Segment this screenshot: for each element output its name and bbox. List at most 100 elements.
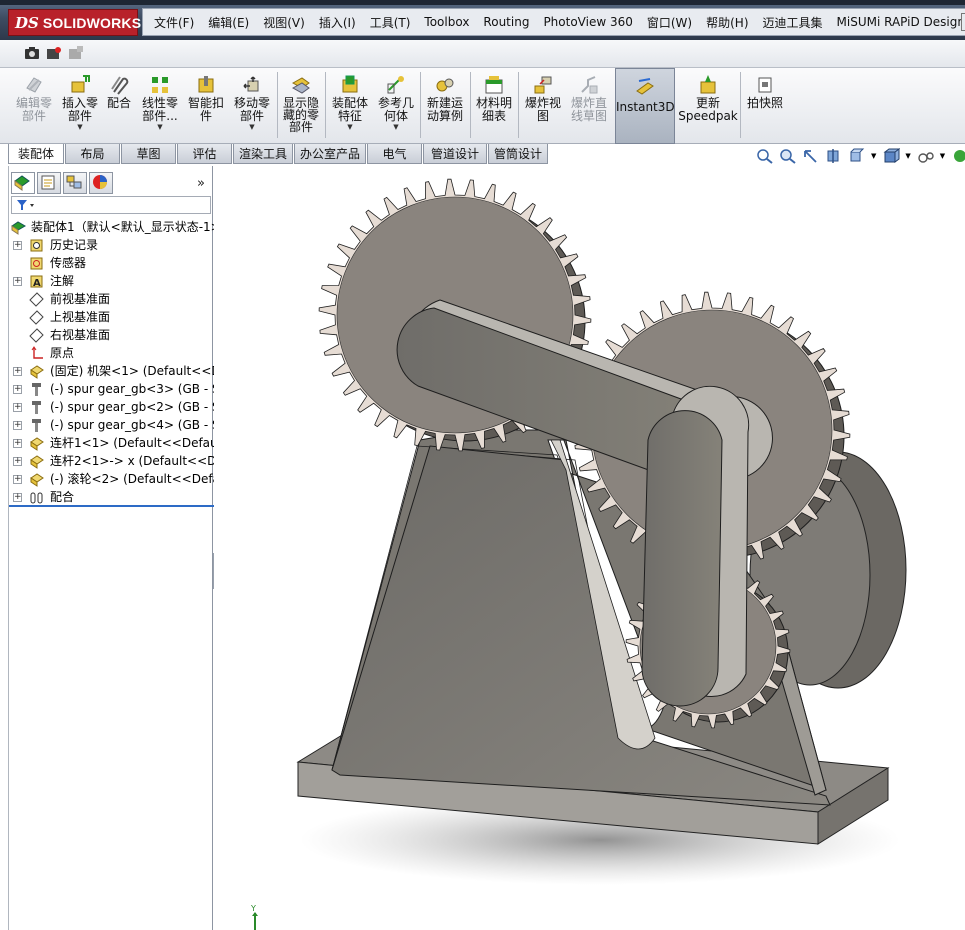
expand-icon[interactable]: +: [13, 493, 22, 502]
linear-pattern-dropdown-icon[interactable]: ▼: [136, 123, 184, 131]
expand-icon[interactable]: +: [13, 403, 22, 412]
expand-icon[interactable]: +: [13, 421, 22, 430]
zoom-to-area-icon[interactable]: [779, 148, 797, 164]
hide-show-dropdown-icon[interactable]: ▼: [940, 152, 945, 160]
tree-item-frame[interactable]: + (固定) 机架<1> (Default<<Default: [9, 362, 214, 380]
property-manager-tab[interactable]: [37, 172, 61, 194]
annotation-icon: A: [30, 275, 43, 289]
tab-office-products[interactable]: 办公室产品: [294, 144, 366, 164]
menu-insert[interactable]: 插入(I): [312, 14, 363, 31]
tree-item-origin[interactable]: 原点: [9, 344, 214, 362]
edit-appearance-icon[interactable]: [951, 148, 965, 164]
show-hidden-components-button[interactable]: 显示隐 藏的零 部件: [279, 68, 323, 144]
tree-root-assembly[interactable]: 装配体1（默认<默认_显示状态-1>: [9, 218, 214, 236]
display-manager-tab[interactable]: [89, 172, 113, 194]
configuration-manager-tab[interactable]: [63, 172, 87, 194]
insert-component-button[interactable]: 插入零 部件 ▼: [58, 68, 102, 144]
menu-routing[interactable]: Routing: [476, 15, 536, 29]
instant3d-button[interactable]: Instant3D: [615, 68, 675, 144]
expand-icon[interactable]: +: [13, 241, 22, 250]
tree-item-top-plane[interactable]: 上视基准面: [9, 308, 214, 326]
expand-icon[interactable]: +: [13, 457, 22, 466]
menu-window[interactable]: 窗口(W): [640, 14, 699, 31]
menu-view[interactable]: 视图(V): [256, 14, 312, 31]
section-view-icon[interactable]: [825, 148, 843, 164]
menu-help[interactable]: 帮助(H): [699, 14, 755, 31]
tree-item-annotations[interactable]: + A 注解: [9, 272, 214, 290]
menu-tools[interactable]: 工具(T): [363, 14, 418, 31]
camera-icon[interactable]: [24, 45, 40, 61]
tab-electrical[interactable]: 电气: [367, 144, 422, 164]
expand-icon[interactable]: +: [13, 385, 22, 394]
assembly-features-button[interactable]: 装配体 特征 ▼: [328, 68, 372, 144]
tab-layout[interactable]: 布局: [65, 144, 120, 164]
tab-evaluate[interactable]: 评估: [177, 144, 232, 164]
solidworks-logo[interactable]: DS SOLIDWORKS: [8, 9, 141, 36]
tree-item-front-plane[interactable]: 前视基准面: [9, 290, 214, 308]
tab-piping[interactable]: 管道设计: [423, 144, 487, 164]
assembly-features-dropdown-icon[interactable]: ▼: [328, 123, 372, 131]
explode-line-sketch-button[interactable]: 爆炸直 线草图: [566, 68, 612, 144]
tree-item-right-plane[interactable]: 右视基准面: [9, 326, 214, 344]
sensor-icon: [30, 257, 43, 270]
reference-geometry-icon: [387, 76, 404, 94]
toolbox-part-icon: [32, 383, 41, 396]
reference-geometry-button[interactable]: 参考几 何体 ▼: [374, 68, 418, 144]
tree-item-spur-gear-4[interactable]: + (-) spur gear_gb<4> (GB - Spur gear: [9, 416, 214, 434]
tree-filter-box[interactable]: [11, 196, 211, 214]
filter-icon[interactable]: [16, 198, 36, 215]
new-motion-study-button[interactable]: 新建运 动算例: [422, 68, 468, 144]
tab-assembly[interactable]: 装配体: [8, 144, 64, 164]
link-2[interactable]: [641, 385, 750, 707]
edit-component-button[interactable]: 编辑零 部件: [10, 68, 58, 144]
reference-geometry-dropdown-icon[interactable]: ▼: [374, 123, 418, 131]
menu-edit[interactable]: 编辑(E): [201, 14, 256, 31]
menu-photoview[interactable]: PhotoView 360: [536, 15, 639, 29]
graphics-area[interactable]: [214, 166, 965, 930]
tab-render-tools[interactable]: 渲染工具: [233, 144, 293, 164]
expand-icon[interactable]: +: [13, 277, 22, 286]
menu-maidi-tools[interactable]: 迈迪工具集: [756, 14, 830, 31]
panel-expand-chevron-icon[interactable]: »: [197, 176, 205, 191]
model-view[interactable]: [214, 166, 965, 930]
expand-icon[interactable]: +: [13, 439, 22, 448]
view-orientation-icon[interactable]: [848, 148, 866, 164]
menu-misumi[interactable]: MiSUMi RAPiD Design: [830, 15, 965, 29]
menu-toolbox[interactable]: Toolbox: [417, 15, 476, 29]
tree-item-roller[interactable]: + (-) 滚轮<2> (Default<<Default: [9, 470, 214, 488]
mate-button[interactable]: 配合: [102, 68, 136, 144]
move-component-dropdown-icon[interactable]: ▼: [228, 123, 276, 131]
tab-sketch[interactable]: 草图: [121, 144, 176, 164]
tree-item-sensors[interactable]: 传感器: [9, 254, 214, 272]
tree-item-link-2[interactable]: + 连杆2<1>-> x (Default<<Default: [9, 452, 214, 470]
hide-show-items-icon[interactable]: [917, 148, 935, 164]
bill-of-materials-button[interactable]: 材料明 细表: [472, 68, 516, 144]
smart-fasteners-button[interactable]: 智能扣 件: [184, 68, 228, 144]
feature-manager-tab[interactable]: [11, 172, 35, 194]
tree-item-spur-gear-3[interactable]: + (-) spur gear_gb<3> (GB - Spur gear: [9, 380, 214, 398]
update-speedpak-button[interactable]: 更新 Speedpak: [678, 68, 738, 144]
tree-item-link-1[interactable]: + 连杆1<1> (Default<<Default>_Disp: [9, 434, 214, 452]
tree-item-spur-gear-2[interactable]: + (-) spur gear_gb<2> (GB - Spur gear: [9, 398, 214, 416]
record-icon[interactable]: [46, 45, 62, 61]
linear-pattern-button[interactable]: 线性零 部件... ▼: [136, 68, 184, 144]
expand-icon[interactable]: +: [13, 367, 22, 376]
history-icon: [30, 239, 43, 252]
tree-item-mates[interactable]: + 配合: [9, 488, 214, 506]
snapshot-button[interactable]: 拍快照: [742, 68, 788, 144]
expand-icon[interactable]: +: [13, 475, 22, 484]
window-restore-button[interactable]: [961, 13, 965, 31]
view-orientation-dropdown-icon[interactable]: ▼: [871, 152, 876, 160]
zoom-to-fit-icon[interactable]: [756, 148, 774, 164]
move-component-button[interactable]: 移动零 部件 ▼: [228, 68, 276, 144]
previous-view-icon[interactable]: [802, 148, 820, 164]
display-style-icon[interactable]: [882, 148, 901, 164]
tab-tubing[interactable]: 管筒设计: [488, 144, 548, 164]
exploded-view-button[interactable]: 爆炸视 图: [520, 68, 566, 144]
origin-icon: [31, 346, 43, 359]
stop-record-icon[interactable]: [68, 45, 84, 61]
tree-item-history[interactable]: + 历史记录: [9, 236, 214, 254]
menu-file[interactable]: 文件(F): [147, 14, 201, 31]
insert-component-dropdown-icon[interactable]: ▼: [58, 123, 102, 131]
display-style-dropdown-icon[interactable]: ▼: [905, 152, 910, 160]
